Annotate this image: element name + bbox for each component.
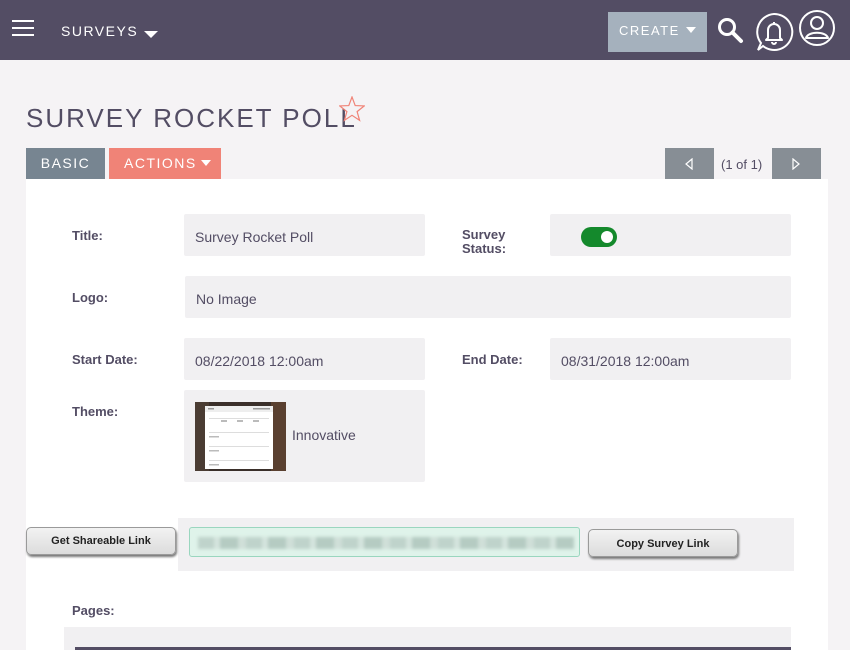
actions-menu-label: ACTIONS bbox=[124, 155, 197, 171]
get-shareable-link-button[interactable]: Get Shareable Link bbox=[26, 527, 176, 555]
create-button[interactable]: CREATE bbox=[608, 12, 707, 52]
theme-preview-image bbox=[195, 402, 286, 471]
chevron-down-icon bbox=[144, 31, 159, 38]
top-navigation-bar: SURVEYS CREATE bbox=[0, 0, 850, 60]
pager-count: (1 of 1) bbox=[721, 157, 763, 172]
search-icon[interactable] bbox=[716, 16, 744, 44]
next-record-button[interactable] bbox=[772, 148, 821, 180]
title-label: Title: bbox=[72, 228, 103, 243]
pages-label: Pages: bbox=[72, 603, 115, 618]
bell-icon[interactable] bbox=[754, 12, 794, 52]
survey-status-toggle[interactable] bbox=[581, 227, 617, 247]
previous-record-button[interactable] bbox=[665, 148, 714, 180]
survey-link-input[interactable] bbox=[189, 527, 580, 557]
start-date-value: 08/22/2018 12:00am bbox=[184, 338, 425, 380]
logo-value: No Image bbox=[185, 276, 791, 318]
survey-status-label: Survey Status: bbox=[462, 227, 507, 256]
redacted-link-text bbox=[198, 537, 574, 549]
triangle-left-icon bbox=[685, 158, 693, 170]
start-date-label: Start Date: bbox=[72, 352, 138, 367]
page-title: SURVEY ROCKET POLL bbox=[26, 103, 357, 133]
end-date-label: End Date: bbox=[462, 352, 523, 367]
actions-menu-button[interactable]: ACTIONS bbox=[109, 148, 221, 179]
user-icon[interactable] bbox=[798, 9, 836, 47]
module-menu-surveys[interactable]: SURVEYS bbox=[61, 23, 159, 39]
toggle-knob bbox=[601, 231, 613, 243]
title-value: Survey Rocket Poll bbox=[184, 214, 425, 256]
end-date-value: 08/31/2018 12:00am bbox=[550, 338, 791, 380]
chevron-down-icon bbox=[686, 27, 696, 33]
star-icon[interactable] bbox=[339, 96, 365, 122]
triangle-right-icon bbox=[792, 158, 800, 170]
theme-value: Innovative bbox=[292, 427, 356, 443]
create-button-label: CREATE bbox=[619, 23, 680, 38]
tab-basic[interactable]: BASIC bbox=[26, 148, 105, 179]
hamburger-icon[interactable] bbox=[12, 20, 34, 38]
chevron-down-icon bbox=[201, 160, 211, 166]
copy-survey-link-button[interactable]: Copy Survey Link bbox=[588, 529, 738, 557]
theme-label: Theme: bbox=[72, 404, 119, 419]
logo-label: Logo: bbox=[72, 290, 109, 305]
module-menu-label: SURVEYS bbox=[61, 23, 139, 39]
